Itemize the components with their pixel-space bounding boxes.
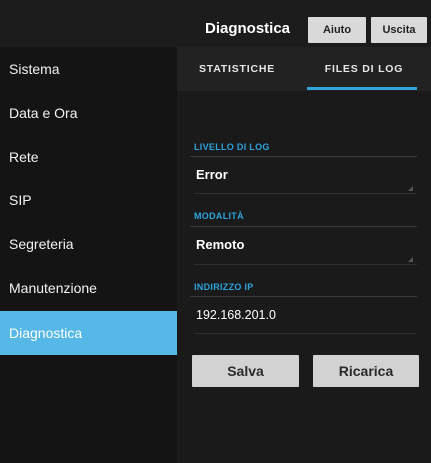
help-button[interactable]: Aiuto [308, 17, 366, 43]
sidebar-item-sip[interactable]: SIP [0, 178, 177, 222]
active-tab-indicator [307, 87, 417, 90]
divider [190, 296, 417, 297]
sidebar-item-manutenzione[interactable]: Manutenzione [0, 266, 177, 310]
sidebar-item-segreteria[interactable]: Segreteria [0, 222, 177, 266]
tab-bar: STATISTICHE FILES DI LOG [177, 47, 431, 91]
save-button[interactable]: Salva [192, 355, 299, 387]
mode-select[interactable]: Remoto [190, 230, 417, 264]
tab-files-di-log[interactable]: FILES DI LOG [297, 47, 431, 91]
sidebar-item-data-e-ora[interactable]: Data e Ora [0, 91, 177, 135]
main-panel: STATISTICHE FILES DI LOG LIVELLO DI LOG … [177, 47, 431, 463]
ip-value: 192.168.201.0 [196, 308, 276, 322]
divider [190, 226, 417, 227]
sidebar-item-rete[interactable]: Rete [0, 135, 177, 179]
divider [194, 264, 417, 265]
sidebar-item-diagnostica[interactable]: Diagnostica [0, 311, 177, 355]
log-level-label: LIVELLO DI LOG [194, 142, 270, 152]
ip-address-input[interactable]: 192.168.201.0 [190, 300, 417, 334]
divider [190, 156, 417, 157]
mode-label: MODALITÀ [194, 211, 244, 221]
sidebar: Sistema Data e Ora Rete SIP Segreteria M… [0, 47, 177, 463]
select-arrow-icon [408, 186, 413, 191]
select-arrow-icon [408, 257, 413, 262]
ip-label: INDIRIZZO IP [194, 282, 254, 292]
sidebar-item-sistema[interactable]: Sistema [0, 47, 177, 91]
divider [194, 193, 417, 194]
page-title: Diagnostica [205, 20, 291, 37]
log-level-value: Error [196, 167, 228, 182]
header-bar: Diagnostica Aiuto Uscita [0, 0, 431, 47]
mode-value: Remoto [196, 237, 245, 252]
exit-button[interactable]: Uscita [371, 17, 427, 43]
reload-button[interactable]: Ricarica [313, 355, 419, 387]
log-level-select[interactable]: Error [190, 159, 417, 193]
tab-statistiche[interactable]: STATISTICHE [177, 47, 297, 91]
divider [194, 333, 417, 334]
